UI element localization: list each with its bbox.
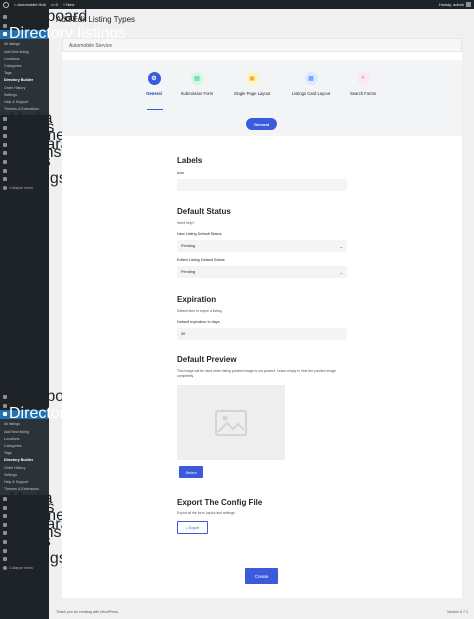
download-icon: ⤓ [186,525,188,530]
submenu-settings[interactable]: Settings [0,471,49,478]
pin-icon [3,23,7,28]
media-icon [3,496,7,501]
plugin-icon [3,151,7,156]
layout-icon: ▣ [245,72,259,85]
expiration-title: Expiration [177,295,217,304]
pin-icon [3,403,7,408]
submenu-order-history[interactable]: Order History [0,84,49,91]
avatar [466,2,471,7]
icon-input[interactable] [177,179,347,191]
submenu-order-history[interactable]: Order History [0,464,49,471]
export-title: Export The Config File [177,498,263,507]
default-preview-help: This image will be used when listing pre… [177,369,336,378]
card-icon: ▦ [304,72,318,85]
submenu-categories[interactable]: Categories [0,62,49,69]
wrench-icon [3,548,7,553]
submenu-tags[interactable]: Tags [0,70,49,77]
tab-listings-card-layout[interactable]: ▦ Listings Card Layout [281,72,341,96]
brush-icon [3,522,7,527]
user-icon [3,539,7,544]
tab-search-forms[interactable]: ⌕ Search Forms [333,72,393,96]
expiration-help: Default time to expire a listing. [177,309,223,313]
wrench-icon [3,168,7,173]
collapse-icon [3,185,7,190]
settings-icon [3,557,7,562]
submenu-locations[interactable]: Locations [0,435,49,442]
search-icon: ⌕ [356,72,370,85]
directory-submenu: All listings Add New listing Locations C… [0,38,49,115]
tab-submission-form[interactable]: ▤ Submission Form [167,72,227,96]
directory-icon [3,32,7,37]
directory-name-field[interactable]: Automobile Service [62,38,462,52]
expiration-days-label: Default expiration in days [177,320,220,324]
submenu-locations[interactable]: Locations [0,55,49,62]
sidebar-menu-bottom: Dashboard Posts Directory listings All l… [0,388,126,572]
dashboard-icon [3,395,7,400]
comment-icon: ▭ [50,2,55,7]
site-name-link[interactable]: ⌂ Automobile Hub [14,2,46,7]
user-icon [3,159,7,164]
sidebar-menu-top: Dashboard Posts Directory listings All l… [0,8,126,192]
admin-bar: ⌂ Automobile Hub ▭ 0 + New Howdy, admin [0,0,474,9]
sidebar-item-settings[interactable]: Settings [0,170,67,187]
default-preview-title: Default Preview [177,355,237,364]
sidebar-item-directory-listings[interactable]: Directory listings [0,25,126,42]
icon-label: Icon [177,171,185,175]
submenu-tags[interactable]: Tags [0,450,49,457]
submenu-add-new-listing[interactable]: Add New listing [0,428,49,435]
settings-icon [3,177,7,182]
plugin-icon [3,531,7,536]
image-icon [215,409,247,436]
chevron-down-icon: ⌄ [339,269,343,275]
new-listing-status-label: New Listing Default Status [177,232,222,236]
user-account-link[interactable]: Howdy, admin [439,2,471,7]
default-status-title: Default Status [177,207,231,216]
wordpress-logo-icon[interactable] [3,1,9,8]
edited-listing-status-label: Edited Listing Default Status [177,258,225,262]
export-help: Export all the form, layout and settings [177,511,235,515]
page-title: Add/Edit Listing Types [56,15,136,24]
submenu-categories[interactable]: Categories [0,442,49,449]
submenu-settings[interactable]: Settings [0,91,49,98]
page-icon [3,125,7,130]
sidebar-item-directory-listings[interactable]: Directory listings [0,405,126,422]
active-tab-indicator [147,109,163,110]
labels-title: Labels [177,156,203,165]
create-button[interactable]: Create [245,568,278,584]
directory-submenu: All listings Add New listing Locations C… [0,418,49,495]
comments-link[interactable]: ▭ 0 [51,2,58,7]
gear-icon: ⚙ [147,72,161,85]
expiration-days-input[interactable]: 30 [177,328,347,340]
sidebar-item-settings[interactable]: Settings [0,550,67,567]
new-content-link[interactable]: + New [63,2,74,7]
select-image-button[interactable]: Select [179,466,203,478]
new-listing-status-select[interactable]: Pending ⌄ [177,240,347,252]
submenu-help-support[interactable]: Help & Support [0,98,49,105]
home-icon: ⌂ [14,2,17,7]
default-status-help[interactable]: Need help? [177,221,347,226]
preview-image-placeholder[interactable] [177,385,285,460]
chevron-down-icon: ⌄ [339,243,343,249]
submenu-help-support[interactable]: Help & Support [0,478,49,485]
submenu-directory-builder[interactable]: Directory Builder [0,457,49,464]
comment-icon [3,514,7,519]
media-icon [3,116,7,121]
general-subtab-button[interactable]: General [246,118,277,130]
brush-icon [3,142,7,147]
tab-single-page-layout[interactable]: ▣ Single Page Layout [222,72,282,96]
footer-thanks[interactable]: Thank you for creating with WordPress. [56,610,119,614]
submenu-directory-builder[interactable]: Directory Builder [0,77,49,84]
edited-listing-status-select[interactable]: Pending ⌄ [177,266,347,278]
dashboard-icon [3,15,7,20]
footer-version: Version 5.7.1 [447,610,468,614]
export-button[interactable]: ⤓ Export [177,521,208,534]
plus-icon: + [62,2,66,7]
submenu-add-new-listing[interactable]: Add New listing [0,48,49,55]
comment-icon [3,134,7,139]
collapse-icon [3,565,7,570]
form-icon: ▤ [190,72,204,85]
page-icon [3,505,7,510]
directory-icon [3,412,7,417]
